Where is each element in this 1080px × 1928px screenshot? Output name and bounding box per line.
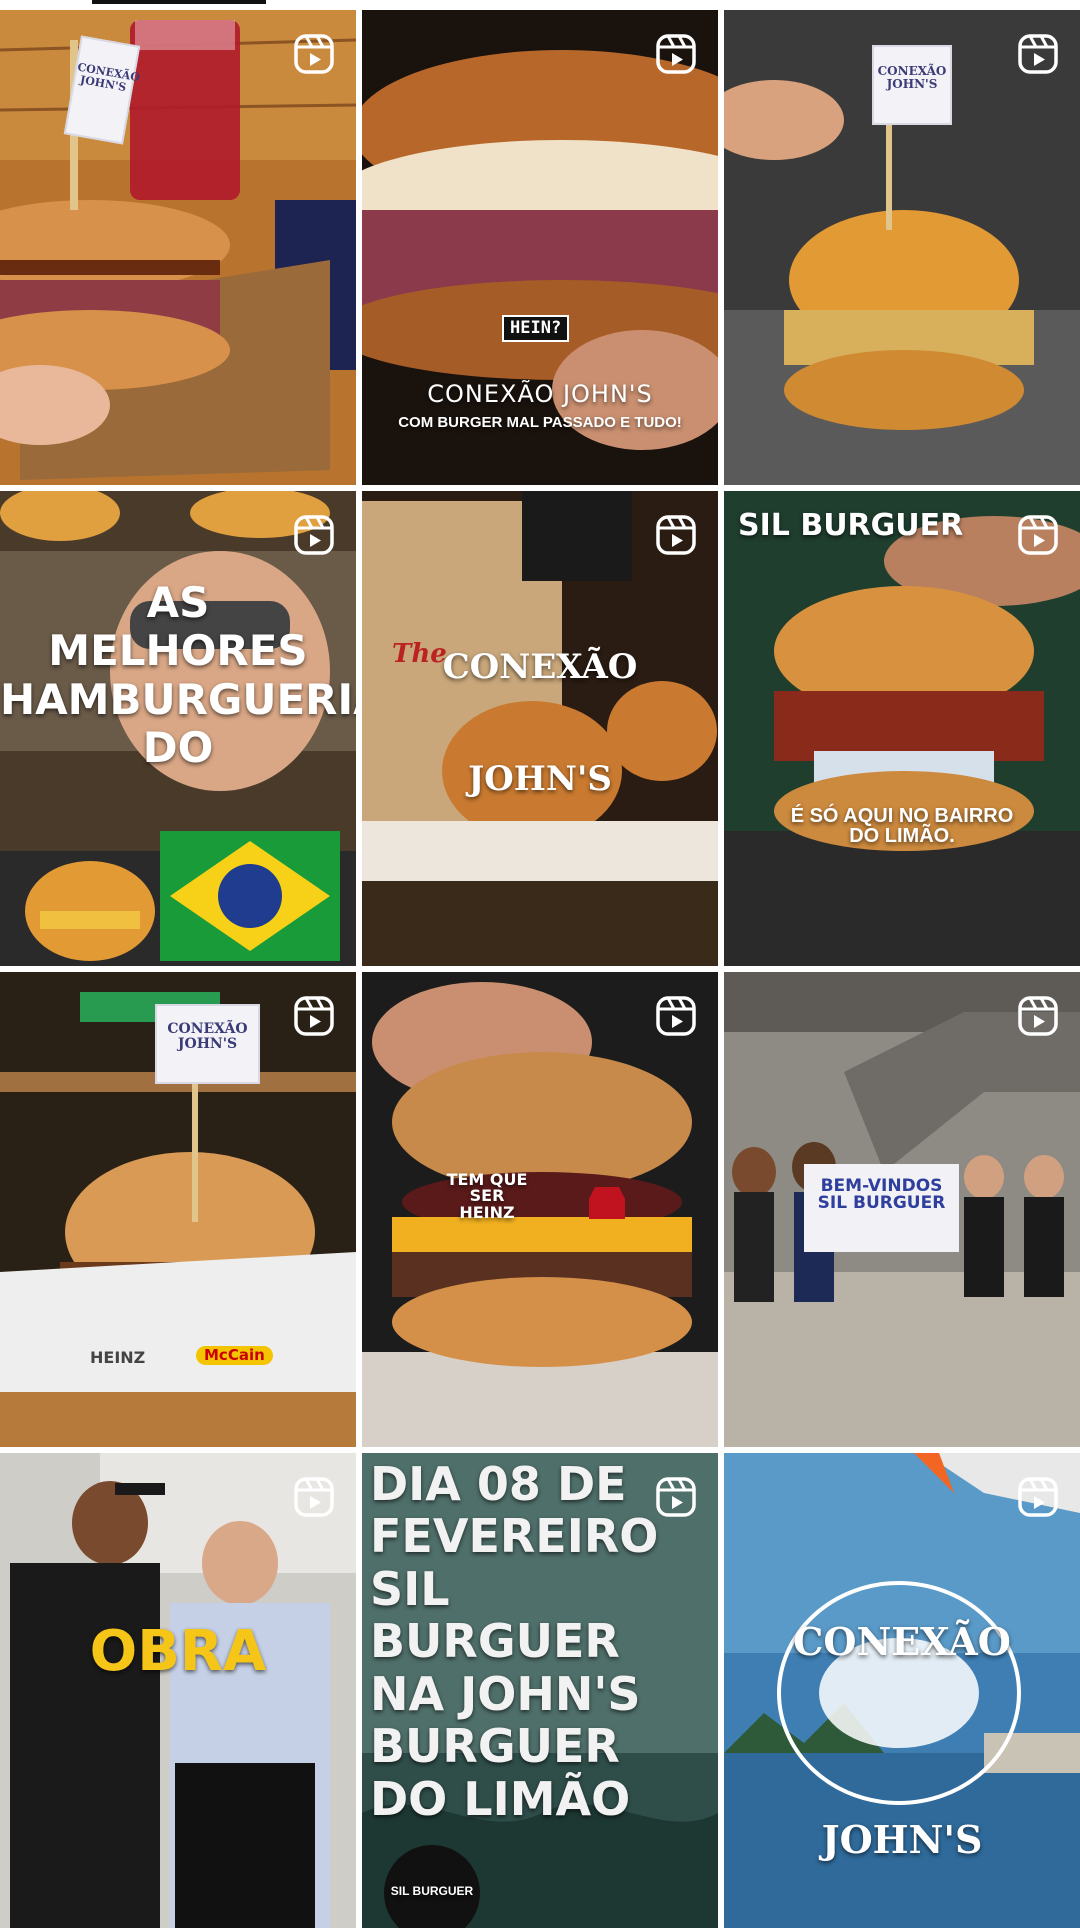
tile-6-caption: É SÓ AQUI NO BAIRRO DO LIMÃO. (790, 805, 1014, 848)
reels-icon (656, 515, 696, 555)
reel-tile-1[interactable]: CONEXÃO JOHN'S (0, 10, 356, 485)
sil-burguer-badge: SIL BURGUER (390, 1884, 474, 1898)
reels-icon (1018, 1477, 1058, 1517)
reel-tile-10[interactable]: OBRA (0, 1453, 356, 1928)
burger-photo-1 (0, 10, 356, 485)
conexao-johns-logo: CONEXÃO JOHN'S (793, 1619, 1011, 1862)
burger-photo-6 (724, 491, 1080, 966)
tile-2-subtitle: COM BURGER MAL PASSADO E TUDO! (398, 414, 682, 431)
reels-icon (294, 1477, 334, 1517)
reels-grid: CONEXÃO JOHN'S HEIN? CONEXÃO JOHN'S COM … (0, 10, 1080, 1928)
reels-icon (294, 34, 334, 74)
reel-tile-4[interactable]: AS MELHORES HAMBURGUERIAS DO (0, 491, 356, 966)
tray-brand-heinz: HEINZ (90, 1348, 146, 1367)
reels-icon (1018, 996, 1058, 1036)
reel-tile-2[interactable]: HEIN? CONEXÃO JOHN'S COM BURGER MAL PASS… (362, 10, 718, 485)
reels-icon (294, 515, 334, 555)
reels-icon (656, 34, 696, 74)
reels-icon (1018, 515, 1058, 555)
reel-tile-7[interactable]: CONEXÃO JOHN'S HEINZ McCain (0, 972, 356, 1447)
reel-tile-6[interactable]: SIL BURGUER É SÓ AQUI NO BAIRRO DO LIMÃO… (724, 491, 1080, 966)
conexao-johns-flag: CONEXÃO JOHN'S (155, 1004, 260, 1084)
hein-tag: HEIN? (502, 315, 570, 343)
reel-tile-11[interactable]: DIA 08 DE FEVEREIRO SIL BURGUER NA JOHN'… (362, 1453, 718, 1928)
welcome-sign: BEM-VINDOS SIL BURGUER (804, 1164, 959, 1252)
reel-tile-12[interactable]: CONEXÃO JOHN'S (724, 1453, 1080, 1928)
tile-6-top-text: SIL BURGUER (738, 508, 964, 543)
reels-icon (656, 1477, 696, 1517)
tray-brand-mccain: McCain (196, 1346, 273, 1366)
tile-8-caption: TEM QUE SER HEINZ (446, 1170, 528, 1222)
conexao-johns-flag: CONEXÃO JOHN'S (872, 45, 952, 125)
tile-4-headline: AS MELHORES HAMBURGUERIAS DO (0, 578, 356, 772)
reel-tile-3[interactable]: CONEXÃO JOHN'S (724, 10, 1080, 485)
reels-icon (656, 996, 696, 1036)
conexao-johns-logo: CONEXÃO JOHN'S (442, 647, 638, 800)
tile-10-obra: OBRA (89, 1619, 267, 1684)
active-tab-indicator (92, 0, 266, 4)
construction-photo-10 (0, 1453, 356, 1928)
reel-tile-8[interactable]: TEM QUE SER HEINZ (362, 972, 718, 1447)
tile-2-title: CONEXÃO JOHN'S (427, 380, 653, 408)
profile-tab-bar (0, 0, 1080, 10)
reels-icon (1018, 34, 1058, 74)
reel-tile-9[interactable]: BEM-VINDOS SIL BURGUER (724, 972, 1080, 1447)
reel-tile-5[interactable]: The CONEXÃO JOHN'S (362, 491, 718, 966)
reels-icon (294, 996, 334, 1036)
